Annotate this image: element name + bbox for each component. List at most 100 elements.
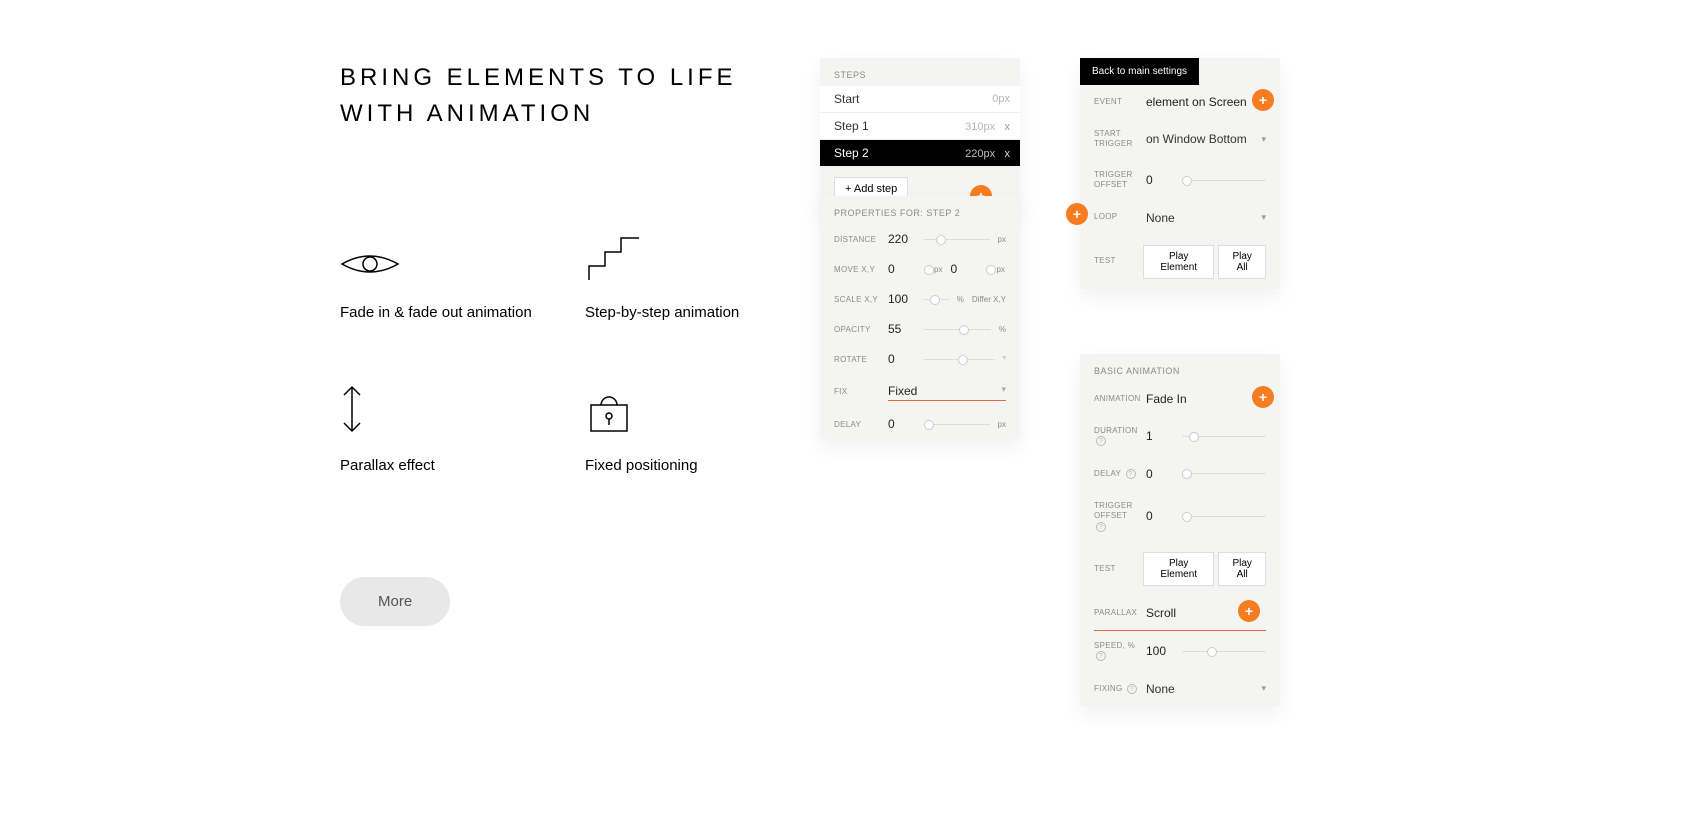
deg-unit: ° (1003, 355, 1006, 364)
trigger-offset-slider[interactable] (1182, 180, 1266, 181)
loop-label: LOOP (1094, 212, 1138, 222)
feature-fixed: Fixed positioning (585, 385, 800, 478)
rotate-slider[interactable] (924, 359, 995, 360)
feature-fixed-label: Fixed positioning (585, 455, 800, 478)
delay-value[interactable]: 0 (1146, 467, 1174, 481)
move-y-value[interactable]: 0 (950, 262, 978, 276)
animation-value[interactable]: Fade In (1146, 392, 1266, 406)
speed-slider[interactable] (1182, 651, 1266, 652)
delay-value[interactable]: 0 (888, 417, 916, 431)
feature-parallax: Parallax effect (340, 385, 555, 478)
fix-select[interactable]: Fixed ▾ (888, 382, 1006, 401)
duration-slider[interactable] (1182, 436, 1266, 437)
delay-label: DELAY ? (1094, 469, 1138, 479)
step-name: Start (834, 92, 859, 106)
trigger-offset-slider[interactable] (1182, 516, 1266, 517)
help-icon[interactable]: ? (1096, 651, 1106, 661)
page-heading: BRING ELEMENTS TO LIFE WITH ANIMATION (340, 60, 800, 132)
px-unit: px (934, 265, 942, 274)
delay-slider[interactable] (924, 424, 990, 425)
trigger-offset-value[interactable]: 0 (1146, 509, 1174, 523)
trigger-offset-label: TRIGGER OFFSET ? (1094, 501, 1138, 532)
scale-row: SCALE X,Y 100 % Differ X,Y (820, 284, 1020, 314)
distance-slider[interactable] (924, 239, 990, 240)
start-trigger-row: START TRIGGER on Window Bottom ▾ (1080, 119, 1280, 160)
delay-slider[interactable] (1182, 473, 1266, 474)
steps-panel: STEPS Start 0px Step 1 310px x Step 2 22… (820, 58, 1020, 211)
animation-label: ANIMATION (1094, 394, 1138, 404)
delete-step-icon[interactable]: x (1005, 121, 1011, 133)
move-y-slider[interactable] (986, 269, 988, 270)
scale-slider[interactable] (924, 299, 949, 300)
move-x-value[interactable]: 0 (888, 262, 916, 276)
scale-value[interactable]: 100 (888, 292, 916, 306)
delay-row: DELAY ? 0 (1080, 457, 1280, 491)
trigger-offset-row: TRIGGER OFFSET ? 0 (1080, 491, 1280, 542)
test-row: TEST Play Element Play All (1080, 235, 1280, 289)
step-row-2-selected[interactable]: Step 2 220px x (820, 140, 1020, 167)
feature-step-label: Step-by-step animation (585, 302, 800, 325)
speed-label: SPEED, % ? (1094, 641, 1138, 662)
chevron-down-icon: ▾ (1261, 212, 1266, 223)
event-row: EVENT element on Screen + (1080, 85, 1280, 119)
loop-value: None (1146, 211, 1175, 225)
test-row: TEST Play Element Play All (1080, 542, 1280, 596)
animation-row: ANIMATION Fade In + (1080, 382, 1280, 416)
steps-title: STEPS (820, 58, 1020, 86)
px-unit: px (997, 265, 1005, 274)
feature-parallax-label: Parallax effect (340, 455, 555, 478)
move-label: MOVE X,Y (834, 265, 880, 274)
delay-row: DELAY 0 px (820, 409, 1020, 439)
differ-xy-link[interactable]: Differ X,Y (972, 295, 1006, 304)
speed-row: SPEED, % ? 100 (1080, 631, 1280, 672)
feature-fade: Fade in & fade out animation (340, 232, 555, 325)
trigger-offset-row: TRIGGER OFFSET 0 (1080, 160, 1280, 201)
test-label: TEST (1094, 256, 1135, 266)
help-icon[interactable]: ? (1096, 522, 1106, 532)
play-element-button[interactable]: Play Element (1143, 552, 1214, 586)
move-x-slider[interactable] (924, 269, 926, 270)
opacity-label: OPACITY (834, 325, 880, 334)
step-name: Step 2 (834, 146, 869, 160)
help-icon[interactable]: ? (1096, 436, 1106, 446)
chevron-down-icon: ▾ (1001, 384, 1006, 398)
trigger-offset-value[interactable]: 0 (1146, 173, 1174, 187)
plus-annotation-icon: + (1066, 203, 1088, 225)
fixing-select[interactable]: None ▾ (1146, 682, 1266, 696)
play-element-button[interactable]: Play Element (1143, 245, 1214, 279)
move-row: MOVE X,Y 0 px 0 px (820, 254, 1020, 284)
event-value[interactable]: element on Screen (1146, 95, 1266, 109)
feature-step: Step-by-step animation (585, 232, 800, 325)
step-row-1[interactable]: Step 1 310px x (820, 113, 1020, 140)
arrows-vertical-icon (340, 385, 410, 435)
pct-unit: % (957, 295, 964, 304)
step-row-start[interactable]: Start 0px (820, 86, 1020, 113)
properties-panel: PROPERTIES FOR: STEP 2 DISTANCE 220 px M… (820, 196, 1020, 439)
distance-row: DISTANCE 220 px (820, 224, 1020, 254)
fix-label: FIX (834, 387, 880, 396)
opacity-slider[interactable] (924, 329, 991, 330)
rotate-value[interactable]: 0 (888, 352, 916, 366)
basic-title: BASIC ANIMATION (1080, 354, 1280, 382)
help-icon[interactable]: ? (1127, 684, 1137, 694)
speed-value[interactable]: 100 (1146, 644, 1174, 658)
help-icon[interactable]: ? (1126, 469, 1136, 479)
start-trigger-select[interactable]: on Window Bottom ▾ (1146, 132, 1266, 146)
trigger-offset-label: TRIGGER OFFSET (1094, 170, 1138, 191)
event-panel: Back to main settings EVENT element on S… (1080, 58, 1280, 289)
delay-label: DELAY (834, 420, 880, 429)
fix-row: FIX Fixed ▾ (820, 374, 1020, 409)
play-all-button[interactable]: Play All (1218, 245, 1266, 279)
plus-annotation-icon: + (1252, 89, 1274, 111)
distance-value[interactable]: 220 (888, 232, 916, 246)
test-label: TEST (1094, 564, 1135, 574)
properties-title: PROPERTIES FOR: STEP 2 (820, 196, 1020, 224)
loop-select[interactable]: None ▾ (1146, 211, 1266, 225)
step-px: 220px (965, 148, 995, 160)
delete-step-icon[interactable]: x (1005, 148, 1011, 160)
back-button[interactable]: Back to main settings (1080, 58, 1199, 85)
duration-value[interactable]: 1 (1146, 429, 1174, 443)
opacity-value[interactable]: 55 (888, 322, 916, 336)
play-all-button[interactable]: Play All (1218, 552, 1266, 586)
more-button[interactable]: More (340, 577, 450, 626)
